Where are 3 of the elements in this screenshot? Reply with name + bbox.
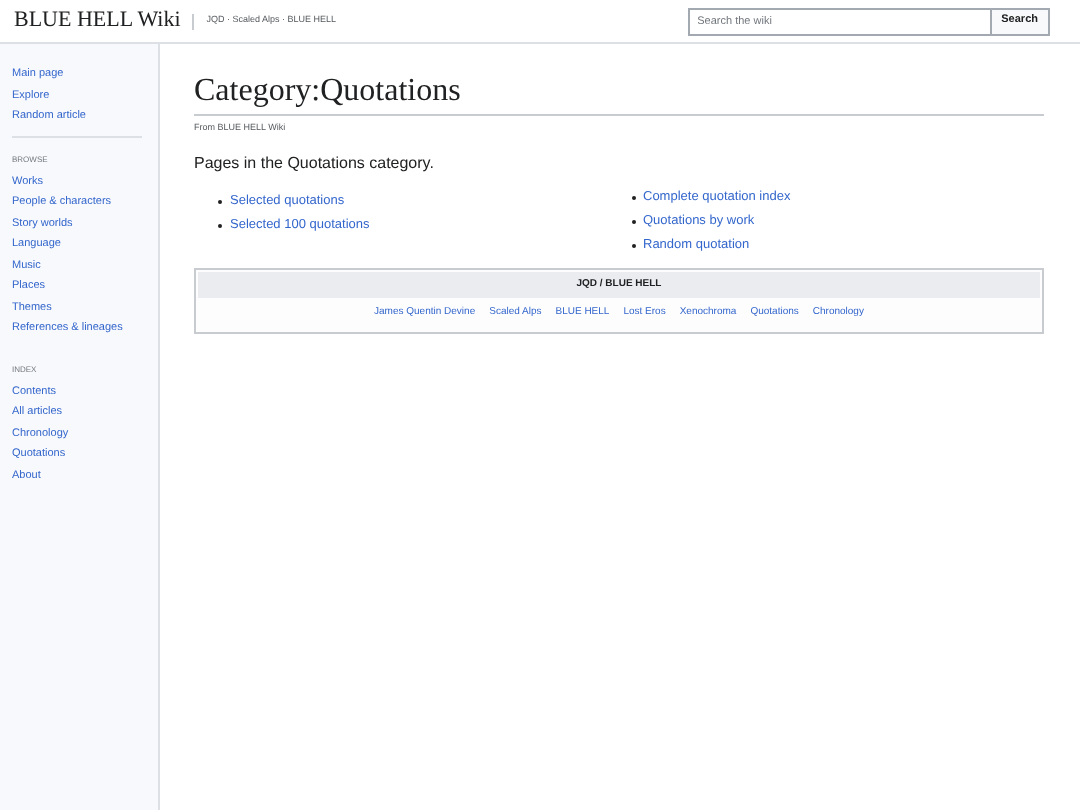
wiki-logo[interactable]: BLUE HELL Wiki [14,4,181,38]
intro-text: Pages in the Quotations category. [194,151,436,176]
page-title: Category:Quotations [194,72,1044,116]
